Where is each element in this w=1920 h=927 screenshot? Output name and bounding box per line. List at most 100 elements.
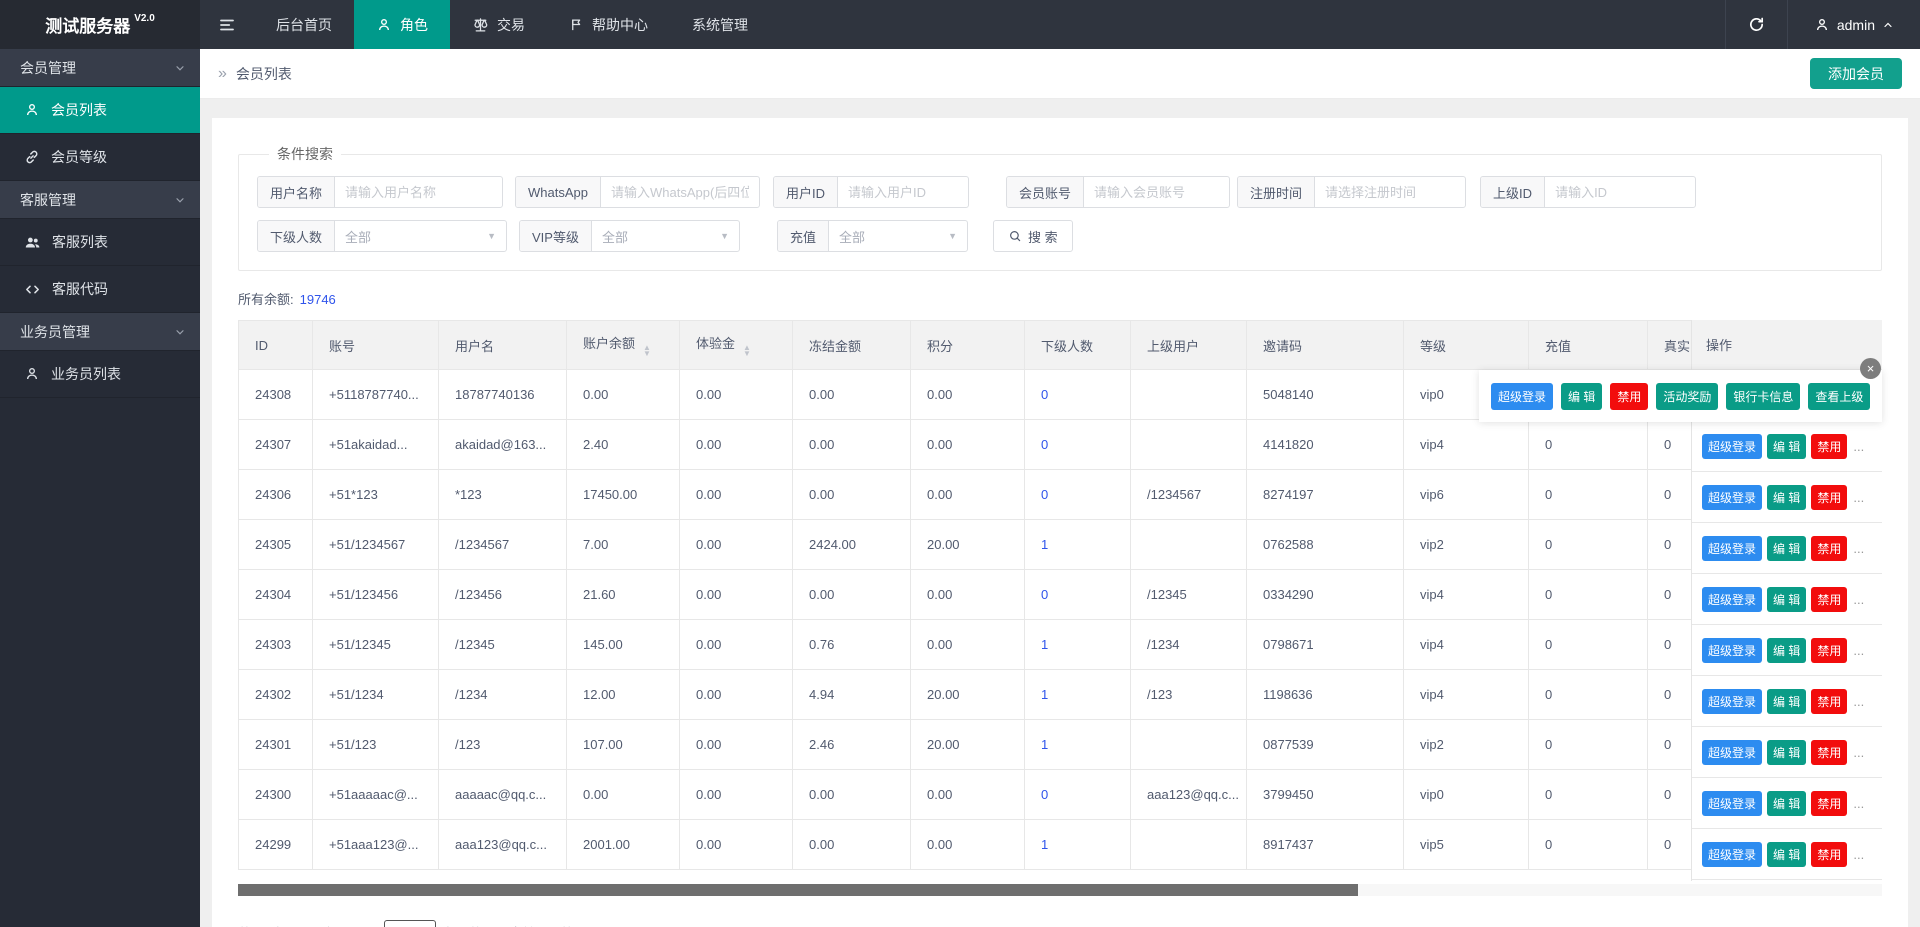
userid-input[interactable] — [838, 177, 968, 207]
nav-item-role[interactable]: 角色 — [354, 0, 450, 49]
more-actions[interactable]: ... — [1853, 847, 1864, 862]
more-actions[interactable]: ... — [1853, 694, 1864, 709]
edit-button[interactable]: 编 辑 — [1767, 434, 1806, 459]
edit-button[interactable]: 编 辑 — [1561, 383, 1602, 410]
user-menu[interactable]: admin — [1787, 0, 1920, 49]
cell-username: 18787740136 — [439, 370, 567, 420]
account-input[interactable] — [1084, 177, 1229, 207]
subordinates-count-link[interactable]: 1 — [1041, 737, 1048, 752]
disable-button[interactable]: 禁用 — [1811, 638, 1847, 663]
refresh-button[interactable] — [1725, 0, 1787, 49]
subordinates-count-link[interactable]: 1 — [1041, 537, 1048, 552]
activity-reward-button[interactable]: 活动奖励 — [1656, 383, 1718, 410]
subordinates-count-link[interactable]: 0 — [1041, 437, 1048, 452]
column-header-trial[interactable]: 体验金▲▼ — [680, 321, 793, 370]
whatsapp-input[interactable] — [601, 177, 759, 207]
sidebar-item-service-list[interactable]: 客服列表 — [0, 219, 200, 266]
more-actions[interactable]: ... — [1853, 643, 1864, 658]
disable-button[interactable]: 禁用 — [1811, 791, 1847, 816]
edit-button[interactable]: 编 辑 — [1767, 740, 1806, 765]
super-login-button[interactable]: 超级登录 — [1702, 842, 1762, 867]
hamburger-menu-icon[interactable] — [200, 0, 254, 49]
super-login-button[interactable]: 超级登录 — [1702, 740, 1762, 765]
sidebar-item-service-code[interactable]: 客服代码 — [0, 266, 200, 313]
subordinates-count-link[interactable]: 1 — [1041, 837, 1048, 852]
subordinates-count-link[interactable]: 0 — [1041, 587, 1048, 602]
edit-button[interactable]: 编 辑 — [1767, 536, 1806, 561]
sidebar-item-member-level[interactable]: 会员等级 — [0, 134, 200, 181]
add-member-button[interactable]: 添加会员 — [1810, 58, 1902, 89]
nav-item-trade[interactable]: 交易 — [450, 0, 547, 49]
cell-level: vip4 — [1404, 420, 1529, 470]
more-actions[interactable]: ... — [1853, 541, 1864, 556]
disable-button[interactable]: 禁用 — [1811, 536, 1847, 561]
disable-button[interactable]: 禁用 — [1811, 434, 1847, 459]
edit-button[interactable]: 编 辑 — [1767, 689, 1806, 714]
sidebar-group-service-management[interactable]: 客服管理 — [0, 181, 200, 219]
filter-userid: 用户ID — [773, 176, 969, 208]
sort-icon[interactable]: ▲▼ — [743, 345, 751, 357]
more-actions[interactable]: ... — [1853, 796, 1864, 811]
super-login-button[interactable]: 超级登录 — [1702, 485, 1762, 510]
subordinates-count-link[interactable]: 1 — [1041, 637, 1048, 652]
cell-id: 24301 — [239, 720, 313, 770]
subordinates-count-link[interactable]: 1 — [1041, 687, 1048, 702]
subordinates-count-link[interactable]: 0 — [1041, 387, 1048, 402]
sort-icon[interactable]: ▲▼ — [643, 345, 651, 357]
super-login-button[interactable]: 超级登录 — [1702, 587, 1762, 612]
more-actions[interactable]: ... — [1853, 439, 1864, 454]
edit-button[interactable]: 编 辑 — [1767, 587, 1806, 612]
edit-button[interactable]: 编 辑 — [1767, 638, 1806, 663]
more-actions[interactable]: ... — [1853, 490, 1864, 505]
more-actions[interactable]: ... — [1853, 592, 1864, 607]
edit-button[interactable]: 编 辑 — [1767, 791, 1806, 816]
nav-item-system[interactable]: 系统管理 — [670, 0, 770, 49]
search-row-2: 下级人数 全部▼ VIP等级 全部▼ 充值 全部▼ — [257, 220, 1863, 252]
disable-button[interactable]: 禁用 — [1811, 485, 1847, 510]
subordinates-count-link[interactable]: 0 — [1041, 487, 1048, 502]
register-time-input[interactable] — [1315, 177, 1465, 207]
subordinates-count-link[interactable]: 0 — [1041, 787, 1048, 802]
vip-level-select[interactable]: VIP等级 全部▼ — [519, 220, 740, 252]
column-header-balance[interactable]: 账户余额▲▼ — [567, 321, 680, 370]
sidebar-group-salesman-management[interactable]: 业务员管理 — [0, 313, 200, 351]
view-parent-button[interactable]: 查看上级 — [1808, 383, 1870, 410]
total-balance: 所有余额:19746 — [238, 289, 1882, 308]
sidebar-item-label: 客服代码 — [52, 279, 108, 299]
nav-item-help-center[interactable]: 帮助中心 — [547, 0, 670, 49]
super-login-button[interactable]: 超级登录 — [1702, 638, 1762, 663]
sidebar-item-member-list[interactable]: 会员列表 — [0, 87, 200, 134]
super-login-button[interactable]: 超级登录 — [1702, 791, 1762, 816]
sidebar-item-salesman-list[interactable]: 业务员列表 — [0, 351, 200, 398]
disable-button[interactable]: 禁用 — [1811, 689, 1847, 714]
cell-subs: 0 — [1025, 570, 1131, 620]
disable-button[interactable]: 禁用 — [1811, 842, 1847, 867]
sidebar-group-title: 客服管理 — [20, 190, 174, 210]
more-actions[interactable]: ... — [1853, 745, 1864, 760]
disable-button[interactable]: 禁用 — [1610, 383, 1648, 410]
edit-button[interactable]: 编 辑 — [1767, 842, 1806, 867]
page-size-select[interactable]: 20 — [384, 920, 436, 927]
column-label: 邀请码 — [1263, 339, 1302, 354]
search-row-1: 用户名称 WhatsApp 用户ID 会员账号 — [257, 176, 1863, 208]
recharge-select[interactable]: 充值 全部▼ — [777, 220, 968, 252]
sidebar-group-member-management[interactable]: 会员管理 — [0, 49, 200, 87]
edit-button[interactable]: 编 辑 — [1767, 485, 1806, 510]
disable-button[interactable]: 禁用 — [1811, 587, 1847, 612]
breadcrumb-icon: » — [218, 65, 227, 83]
cell-subs: 1 — [1025, 820, 1131, 870]
bank-card-info-button[interactable]: 银行卡信息 — [1726, 383, 1800, 410]
super-login-button[interactable]: 超级登录 — [1702, 434, 1762, 459]
nav-item-dashboard[interactable]: 后台首页 — [254, 0, 354, 49]
close-icon[interactable]: × — [1860, 358, 1881, 379]
scrollbar-thumb[interactable] — [238, 884, 1358, 896]
subordinates-select[interactable]: 下级人数 全部▼ — [257, 220, 507, 252]
filter-label: 充值 — [778, 221, 829, 251]
search-button[interactable]: 搜 索 — [993, 220, 1073, 252]
super-login-button[interactable]: 超级登录 — [1702, 689, 1762, 714]
disable-button[interactable]: 禁用 — [1811, 740, 1847, 765]
super-login-button[interactable]: 超级登录 — [1491, 383, 1553, 410]
parent-id-input[interactable] — [1545, 177, 1695, 207]
super-login-button[interactable]: 超级登录 — [1702, 536, 1762, 561]
username-input[interactable] — [335, 177, 502, 207]
